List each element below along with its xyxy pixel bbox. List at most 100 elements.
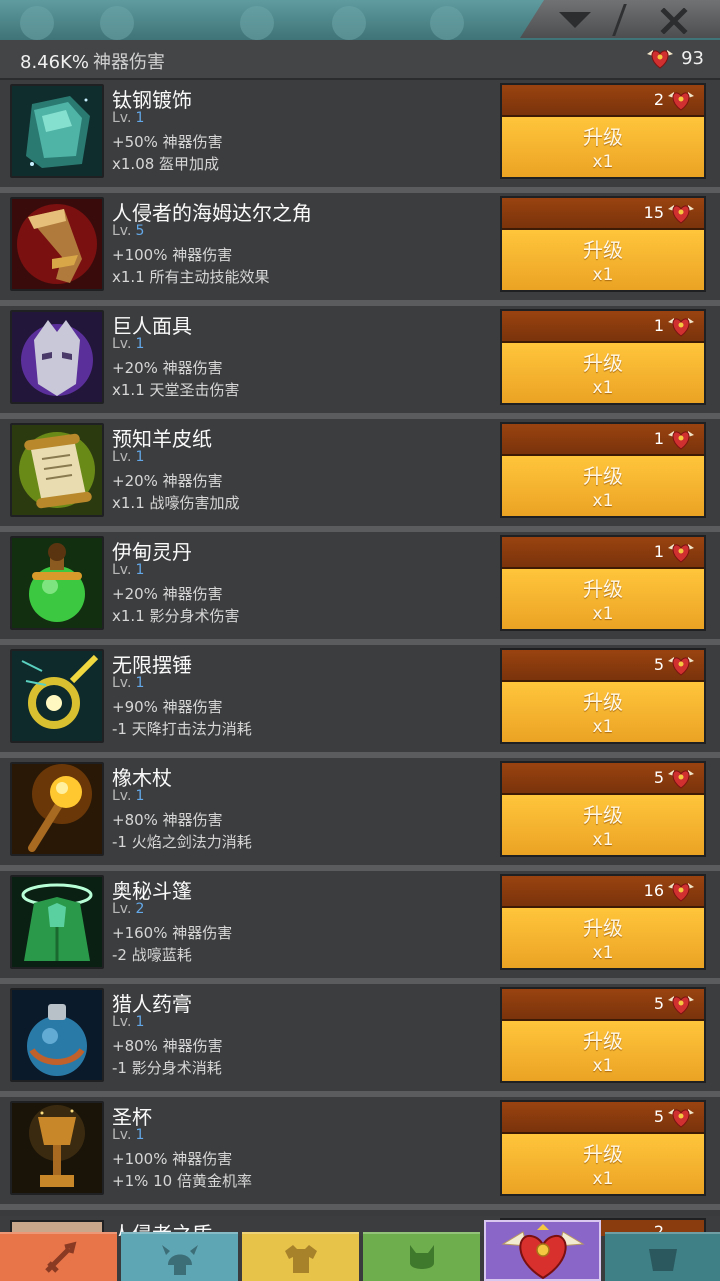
relic-heart-icon [668, 431, 694, 450]
total-damage-value: 8.46K% [20, 52, 89, 73]
artifacts-header: 8.46K% 神器伤害 93 [0, 40, 720, 80]
artifact-level: Lv. 1 [112, 336, 144, 352]
pet-icon [409, 1245, 434, 1269]
bottom-nav [0, 1220, 720, 1281]
upgrade-cost-value: 5 [653, 994, 664, 1013]
total-artifact-damage: 8.46K% 神器伤害 [20, 48, 165, 74]
level-value: 2 [135, 901, 145, 917]
artifact-effect-primary: +160% 神器伤害 [112, 924, 233, 942]
artifact-level: Lv. 1 [112, 110, 144, 126]
upgrade-button[interactable]: 1 升级 x1 [500, 309, 706, 405]
skill-icon [430, 6, 464, 40]
tab-equipment[interactable] [242, 1232, 359, 1281]
upgrade-cost: 16 [502, 876, 704, 908]
tab-artifacts[interactable] [484, 1220, 601, 1281]
staff-icon [10, 762, 104, 856]
ointment-icon [10, 988, 104, 1082]
relic-heart-icon [668, 1109, 694, 1128]
artifact-effect-primary: +20% 神器伤害 [112, 472, 223, 490]
scroll-icon [12, 425, 102, 515]
artifact-name: 猎人药膏 [112, 992, 192, 1016]
close-panel-button[interactable] [628, 2, 720, 36]
level-label: Lv. [112, 562, 132, 578]
potion-icon [12, 538, 102, 628]
artifact-effect-secondary: x1.1 战嚎伤害加成 [112, 494, 240, 512]
cloak-icon [10, 875, 104, 969]
level-value: 5 [135, 223, 145, 239]
upgrade-cost: 2 [502, 85, 704, 117]
collapse-panel-button[interactable] [532, 2, 618, 36]
mask-icon [10, 310, 104, 404]
artifact-row: 人侵者的海姆达尔之角 Lv. 5 +100% 神器伤害 x1.1 所有主动技能效果… [0, 193, 720, 306]
upgrade-cost: 1 [502, 424, 704, 456]
level-label: Lv. [112, 223, 132, 239]
upgrade-label: 升级 [583, 1142, 623, 1166]
upgrade-label: 升级 [583, 1029, 623, 1053]
upgrade-button[interactable]: 1 升级 x1 [500, 422, 706, 518]
tab-sword[interactable] [0, 1232, 117, 1281]
relic-heart-icon [668, 883, 694, 902]
ointment-icon [12, 990, 102, 1080]
upgrade-button[interactable]: 15 升级 x1 [500, 196, 706, 292]
upgrade-button[interactable]: 5 升级 x1 [500, 987, 706, 1083]
relic-count: 93 [681, 47, 704, 69]
upgrade-button[interactable]: 5 升级 x1 [500, 761, 706, 857]
artifact-effect-secondary: x1.1 所有主动技能效果 [112, 268, 270, 286]
artifact-level: Lv. 2 [112, 901, 144, 917]
relic-heart-icon [668, 318, 694, 337]
level-value: 1 [135, 110, 145, 126]
tab-pets[interactable] [363, 1232, 480, 1281]
upgrade-cost-value: 16 [643, 881, 664, 900]
upgrade-multiplier: x1 [592, 717, 614, 737]
relic-heart-icon [668, 996, 694, 1015]
tab-shop[interactable] [605, 1232, 720, 1281]
mask-icon [12, 312, 102, 402]
artifact-effect-primary: +50% 神器伤害 [112, 133, 223, 151]
artifact-name: 无限摆锤 [112, 653, 192, 677]
chevron-down-icon [559, 12, 591, 28]
clan-icon [100, 6, 134, 40]
level-value: 1 [135, 675, 145, 691]
close-icon [660, 8, 688, 34]
level-value: 1 [135, 562, 145, 578]
top-strip [0, 0, 720, 40]
upgrade-cost-value: 15 [643, 203, 664, 222]
artifact-row: 橡木杖 Lv. 1 +80% 神器伤害 -1 火焰之剑法力消耗 5 升级 x1 [0, 758, 720, 871]
relic-heart-icon [647, 50, 674, 69]
level-value: 1 [135, 1014, 145, 1030]
sword-icon [44, 1241, 76, 1273]
artifact-effect-secondary: -1 影分身术消耗 [112, 1059, 222, 1077]
upgrade-button[interactable]: 5 升级 x1 [500, 648, 706, 744]
level-label: Lv. [112, 1014, 132, 1030]
upgrade-cost-value: 1 [653, 429, 664, 448]
artifact-name: 圣杯 [112, 1105, 152, 1129]
upgrade-multiplier: x1 [592, 1169, 614, 1189]
upgrade-label: 升级 [583, 351, 623, 375]
artifact-effect-secondary: -1 天降打击法力消耗 [112, 720, 252, 738]
upgrade-button[interactable]: 2 升级 x1 [500, 83, 706, 179]
artifact-effect-primary: +90% 神器伤害 [112, 698, 223, 716]
artifact-level: Lv. 1 [112, 675, 144, 691]
upgrade-cost-value: 5 [653, 1107, 664, 1126]
artifact-row: 圣杯 Lv. 1 +100% 神器伤害 +1% 10 倍黄金机率 5 升级 x1 [0, 1097, 720, 1210]
relic-heart-icon [668, 770, 694, 789]
artifact-effect-primary: +20% 神器伤害 [112, 359, 223, 377]
upgrade-label: 升级 [583, 690, 623, 714]
level-value: 1 [135, 449, 145, 465]
viking-helmet-icon [161, 1245, 198, 1275]
upgrade-cost: 5 [502, 989, 704, 1021]
upgrade-cost-value: 1 [653, 316, 664, 335]
upgrade-cost-value: 1 [653, 542, 664, 561]
tab-heroes[interactable] [121, 1232, 238, 1281]
upgrade-multiplier: x1 [592, 1056, 614, 1076]
upgrade-multiplier: x1 [592, 604, 614, 624]
artifact-level: Lv. 5 [112, 223, 144, 239]
upgrade-button[interactable]: 16 升级 x1 [500, 874, 706, 970]
upgrade-label: 升级 [583, 803, 623, 827]
artifact-name: 预知羊皮纸 [112, 427, 212, 451]
upgrade-button[interactable]: 5 升级 x1 [500, 1100, 706, 1196]
upgrade-label: 升级 [583, 125, 623, 149]
upgrade-button[interactable]: 1 升级 x1 [500, 535, 706, 631]
upgrade-label: 升级 [583, 577, 623, 601]
artifact-row: 伊甸灵丹 Lv. 1 +20% 神器伤害 x1.1 影分身术伤害 1 升级 x1 [0, 532, 720, 645]
